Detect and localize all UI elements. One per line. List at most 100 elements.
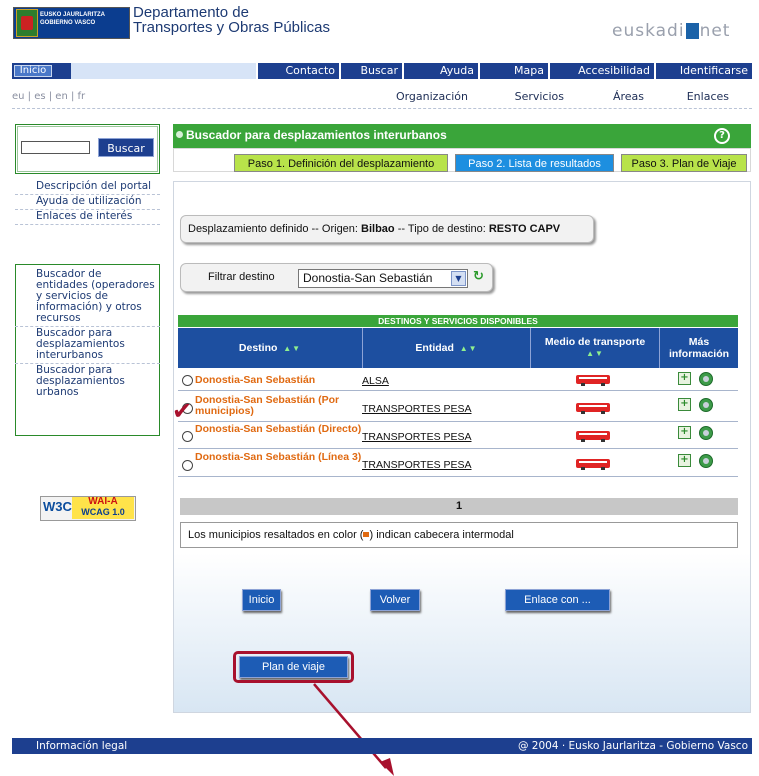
refresh-icon[interactable]: ↻ (473, 270, 487, 284)
gov-logo-line1: EUSKO JAURLARITZA (40, 12, 106, 18)
checkmark-icon: ✔ (172, 397, 193, 425)
subnav-enlaces[interactable]: Enlaces (670, 90, 729, 103)
col-entidad[interactable]: Entidad ▲▼ (362, 328, 530, 368)
coat-of-arms-icon (16, 9, 38, 37)
title-bullet-icon (176, 131, 183, 138)
note-text-pre: Los municipios resaltados en color ( (188, 529, 364, 541)
destination-link[interactable]: Donostia-San Sebastián (Directo) (195, 424, 363, 435)
row-radio[interactable] (182, 460, 193, 471)
footer-bar: Información legal @ 2004 · Eusko Jaurlar… (12, 738, 752, 754)
sidebar-item-buscador-interurbanos[interactable]: Buscador para desplazamientos interurban… (15, 327, 160, 364)
brand-suffix: net (699, 21, 731, 41)
globe-icon[interactable] (699, 372, 713, 386)
filter-label: Filtrar destino (208, 271, 275, 283)
entity-link[interactable]: TRANSPORTES PESA (362, 431, 472, 443)
nav-identificarse[interactable]: Identificarse (654, 63, 752, 79)
col-medio: Medio de transporte ▲▼ (530, 328, 659, 368)
globe-icon[interactable] (699, 426, 713, 440)
globe-icon[interactable] (699, 454, 713, 468)
bus-icon (576, 403, 610, 414)
chevron-down-icon[interactable]: ▼ (451, 271, 466, 286)
col-entidad-label: Entidad (415, 342, 454, 354)
step-3-tab[interactable]: Paso 3. Plan de Viaje (621, 154, 747, 172)
subnav-areas[interactable]: Áreas (600, 90, 644, 103)
sort-icon[interactable]: ▲▼ (460, 344, 478, 353)
euskadi-net-logo[interactable]: euskadi net (612, 21, 730, 41)
sidebar-links: Descripción del portal Ayuda de utilizac… (15, 180, 160, 225)
row-radio[interactable] (182, 431, 193, 442)
trip-origin: Bilbao (361, 223, 395, 235)
destination-filter-select[interactable]: Donostia-San Sebastián (298, 269, 468, 288)
brand-block-icon (685, 23, 699, 39)
department-title-line2: Transportes y Obras Públicas (133, 19, 331, 36)
help-icon[interactable]: ? (714, 128, 730, 144)
col-destino-label: Destino (238, 342, 278, 354)
w3c-logo: W3C (43, 499, 72, 514)
enlace-button[interactable]: Enlace con ... (505, 589, 610, 611)
nav-buscar[interactable]: Buscar (339, 63, 402, 79)
header-divider (12, 108, 752, 109)
trip-destination-type: RESTO CAPV (488, 223, 561, 235)
sidebar-item-ayuda[interactable]: Ayuda de utilización (15, 195, 160, 210)
volver-button[interactable]: Volver (370, 589, 420, 611)
sort-icon[interactable]: ▲▼ (283, 344, 301, 353)
destination-link[interactable]: Donostia-San Sebastián (Por municipios) (195, 395, 363, 417)
nav-home[interactable]: Inicio (14, 65, 52, 77)
brand-name: euskadi (612, 21, 685, 41)
gov-logo-text: EUSKO JAURLARITZA GOBIERNO VASCO (40, 11, 105, 27)
sort-icon[interactable]: ▲▼ (531, 348, 659, 360)
trip-definition: Desplazamiento definido -- Origen: Bilba… (180, 215, 594, 243)
info-add-icon[interactable]: + (678, 426, 691, 439)
trip-def-mid: -- Tipo de destino: (394, 223, 489, 235)
col-medio-label: Medio de transporte (544, 336, 646, 348)
subnav-organizacion[interactable]: Organización (380, 90, 468, 103)
table-title: DESTINOS Y SERVICIOS DISPONIBLES (178, 315, 738, 327)
search-button[interactable]: Buscar (98, 138, 154, 157)
bus-icon (576, 431, 610, 442)
globe-icon[interactable] (699, 398, 713, 412)
department-title-line1: Departamento de (133, 4, 249, 21)
info-add-icon[interactable]: + (678, 454, 691, 467)
legal-info-link[interactable]: Información legal (36, 738, 127, 754)
sidebar-item-descripcion[interactable]: Descripción del portal (15, 180, 160, 195)
info-add-icon[interactable]: + (678, 372, 691, 385)
wcag-level-badge: WAI-A WCAG 1.0 (72, 497, 134, 519)
step-2-tab[interactable]: Paso 2. Lista de resultados (455, 154, 614, 172)
bus-icon (576, 459, 610, 470)
sidebar-item-buscador-urbanos[interactable]: Buscador para desplazamientos urbanos (15, 364, 160, 400)
wcag-level: WAI-A (88, 496, 118, 507)
highlight-box (233, 651, 354, 683)
trip-def-prefix: Desplazamiento definido -- Origen: (188, 223, 362, 235)
top-nav-spacer (71, 63, 256, 79)
col-destino[interactable]: Destino ▲▼ (178, 328, 362, 368)
gov-logo-line2: GOBIERNO VASCO (40, 20, 96, 26)
department-title: Departamento de Transportes y Obras Públ… (133, 5, 330, 35)
nav-ayuda[interactable]: Ayuda (402, 63, 478, 79)
row-radio[interactable] (182, 375, 193, 386)
nav-accesibilidad[interactable]: Accesibilidad (548, 63, 654, 79)
info-add-icon[interactable]: + (678, 398, 691, 411)
destination-link[interactable]: Donostia-San Sebastián (195, 375, 355, 386)
entity-link[interactable]: ALSA (362, 375, 389, 387)
col-informacion-label: información (668, 348, 730, 360)
sidebar-item-buscador-entidades[interactable]: Buscador de entidades (operadores y serv… (15, 268, 160, 327)
bus-icon (576, 375, 610, 386)
subnav-servicios[interactable]: Servicios (500, 90, 564, 103)
intermodal-note: Los municipios resaltados en color ( ) in… (180, 522, 738, 548)
sidebar-item-enlaces[interactable]: Enlaces de interés (15, 210, 160, 225)
col-mas-info: Más información (659, 328, 738, 368)
destination-link[interactable]: Donostia-San Sebastián (Línea 3) (195, 452, 365, 463)
step-1-tab[interactable]: Paso 1. Definición del desplazamiento (234, 154, 448, 172)
search-input[interactable] (21, 141, 90, 154)
nav-mapa[interactable]: Mapa (478, 63, 548, 79)
annotation-arrow (313, 683, 394, 776)
note-text-post: ) indican cabecera intermodal (369, 529, 514, 541)
sidebar-tools: Buscador de entidades (operadores y serv… (15, 268, 160, 400)
language-selector[interactable]: eu | es | en | fr (12, 91, 85, 102)
col-mas-label: Más (688, 336, 710, 348)
entity-link[interactable]: TRANSPORTES PESA (362, 459, 472, 471)
entity-link[interactable]: TRANSPORTES PESA (362, 403, 472, 415)
nav-contacto[interactable]: Contacto (256, 63, 339, 79)
page-number[interactable]: 1 (180, 498, 738, 515)
inicio-button[interactable]: Inicio (242, 589, 281, 611)
